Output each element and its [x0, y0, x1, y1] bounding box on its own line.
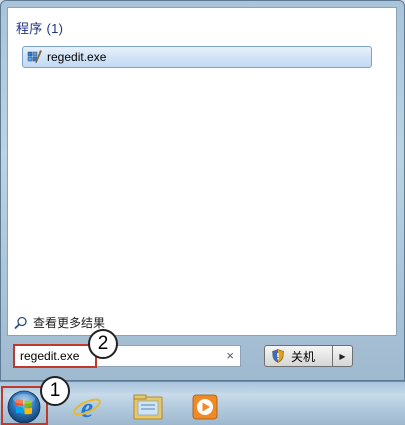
programs-group-header: 程序 (1) [16, 21, 64, 36]
taskbar-item-media-player[interactable] [187, 390, 223, 424]
media-player-icon [192, 394, 218, 420]
shutdown-button[interactable]: 关机 [264, 345, 333, 367]
clear-search-icon[interactable]: × [226, 348, 234, 364]
callout-1: 1 [40, 376, 70, 406]
registry-editor-icon [27, 49, 43, 65]
search-icon [14, 316, 28, 330]
see-more-label: 查看更多结果 [33, 316, 106, 330]
internet-explorer-icon: e [73, 393, 101, 422]
callout-2: 2 [88, 329, 118, 359]
shutdown-options-arrow[interactable]: ▶ [333, 345, 353, 367]
search-results-pane: 程序 (1) regedit.exe 查看更多结果 [7, 7, 397, 336]
result-label: regedit.exe [47, 50, 107, 64]
taskbar-item-file-explorer[interactable] [130, 390, 166, 424]
svg-text:e: e [81, 393, 93, 422]
result-item-regedit[interactable]: regedit.exe [22, 46, 372, 68]
shutdown-label: 关机 [291, 349, 316, 364]
shield-icon [271, 349, 285, 363]
file-explorer-icon [133, 394, 163, 420]
taskbar-item-internet-explorer[interactable]: e [69, 390, 105, 424]
see-more-results-link[interactable]: 查看更多结果 [14, 314, 105, 331]
start-menu: 程序 (1) regedit.exe 查看更多结果 regedit.exe × … [0, 0, 405, 381]
search-box[interactable]: × [13, 345, 241, 367]
windows-logo-icon [7, 390, 41, 424]
